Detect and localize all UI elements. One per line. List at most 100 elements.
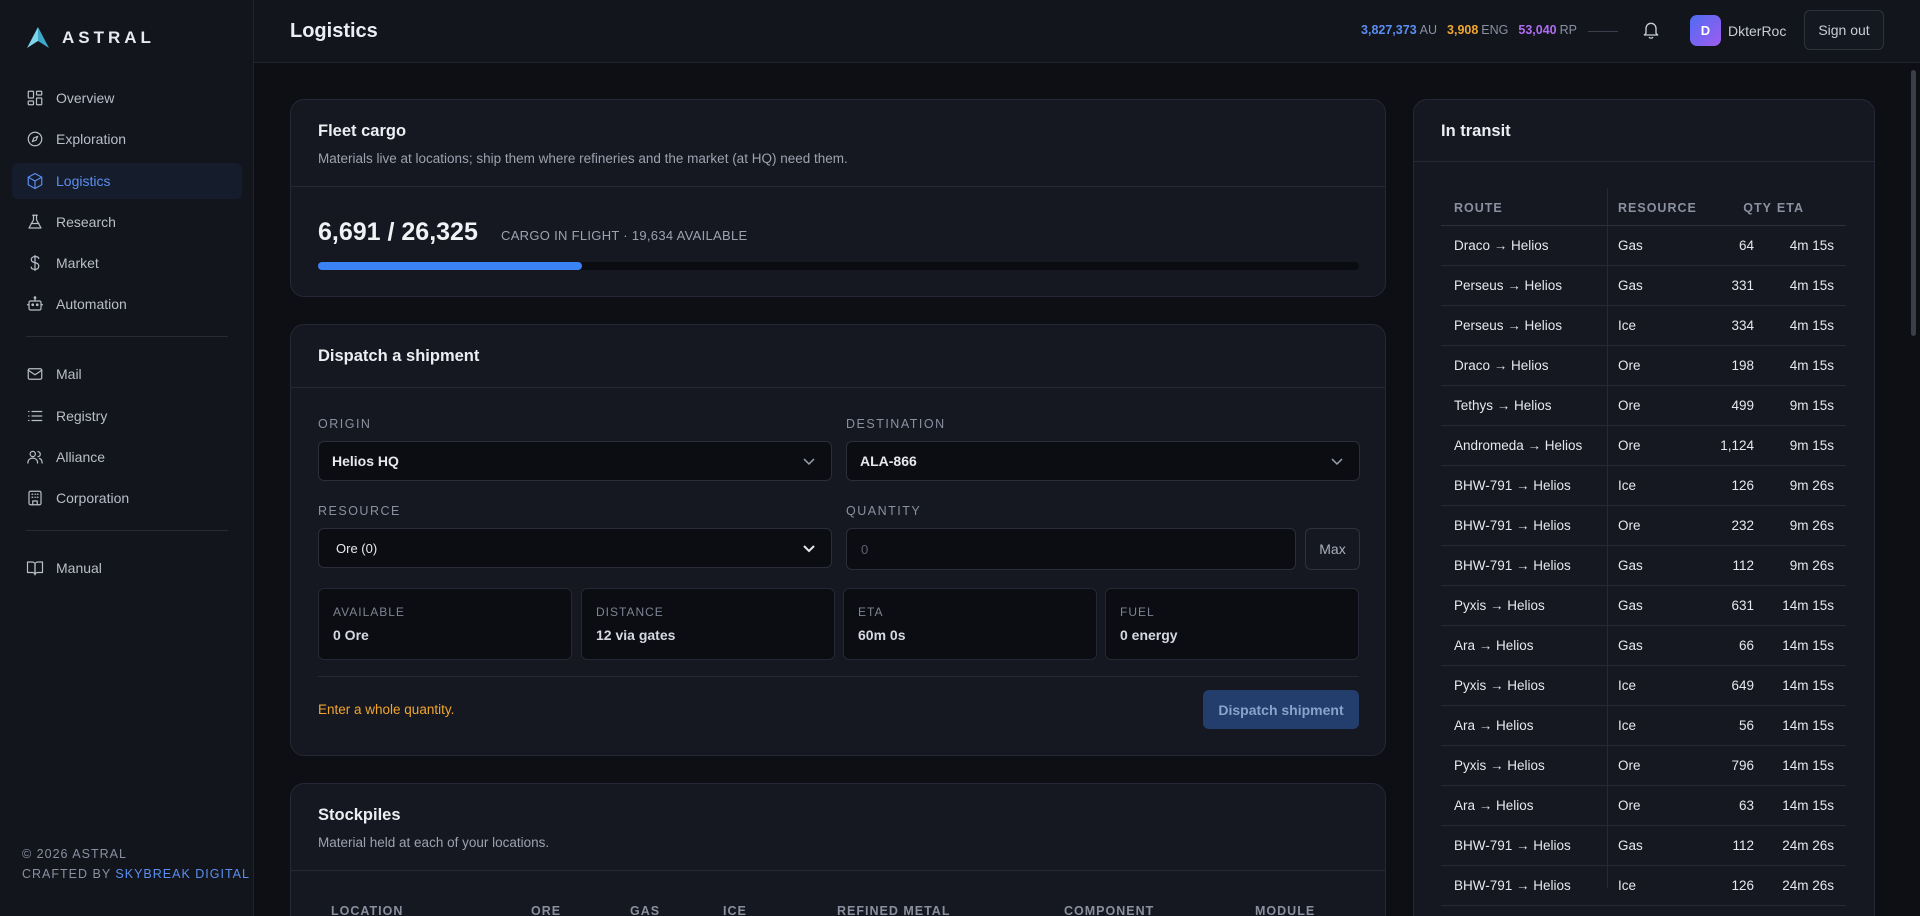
in-transit-card: In transit ROUTE RESOURCE QTY ETA Draco … bbox=[1413, 99, 1875, 916]
table-row: Perseus → Helios Ice 334 4m 15s bbox=[1441, 306, 1846, 346]
route-cell: Pyxis → Helios bbox=[1454, 758, 1545, 773]
max-button[interactable]: Max bbox=[1305, 528, 1360, 570]
resource-unit: RP bbox=[1559, 23, 1577, 37]
sidebar-item-label: Research bbox=[56, 213, 116, 230]
qty-cell: 112 bbox=[1732, 558, 1754, 573]
sidebar-item-research[interactable]: Research bbox=[12, 204, 242, 240]
sidebar-item-overview[interactable]: Overview bbox=[12, 80, 242, 116]
quantity-input[interactable]: 0 bbox=[846, 528, 1296, 570]
table-row: BHW-791 → Helios Gas 112 24m 26s bbox=[1441, 826, 1846, 866]
eta-cell: 24m 26s bbox=[1782, 838, 1834, 853]
resource-cell: Ore bbox=[1618, 438, 1641, 453]
sidebar-item-label: Registry bbox=[56, 407, 108, 424]
sidebar-item-label: Automation bbox=[56, 296, 127, 313]
resource-eng: 3,908 ENG bbox=[1447, 23, 1508, 37]
eta-cell: 14m 15s bbox=[1782, 718, 1834, 733]
stat-value: 0 Ore bbox=[333, 627, 369, 643]
resource-cell: Gas bbox=[1618, 838, 1643, 853]
resource-cell: Ice bbox=[1618, 678, 1637, 693]
card-divider bbox=[291, 387, 1385, 388]
card-divider bbox=[1414, 161, 1874, 162]
dispatch-shipment-button[interactable]: Dispatch shipment bbox=[1203, 690, 1359, 729]
eta-cell: 4m 15s bbox=[1789, 238, 1834, 253]
compass-icon bbox=[27, 131, 43, 147]
resource-label: RESOURCE bbox=[318, 504, 401, 518]
dollar-icon bbox=[30, 255, 40, 272]
card-divider bbox=[291, 186, 1385, 187]
stockpiles-card: Stockpiles Material held at each of your… bbox=[290, 783, 1386, 916]
sidebar-item-logistics[interactable]: Logistics bbox=[12, 162, 242, 199]
brand-name: ASTRAL bbox=[62, 28, 155, 47]
resource-unit: AU bbox=[1419, 23, 1438, 37]
route-cell: BHW-791 → Helios bbox=[1454, 518, 1571, 533]
chevron-down-icon bbox=[1331, 458, 1343, 466]
eta-cell: 9m 15s bbox=[1789, 398, 1834, 413]
column-header-resource[interactable]: RESOURCE bbox=[1618, 201, 1697, 215]
qty-cell: 649 bbox=[1731, 678, 1754, 693]
column-header-qty[interactable]: QTY bbox=[1743, 201, 1772, 215]
resource-value: Ore (0) bbox=[336, 540, 378, 556]
column-header: ICE bbox=[723, 904, 747, 916]
sidebar-item-manual[interactable]: Manual bbox=[12, 550, 242, 586]
book-icon bbox=[26, 561, 44, 576]
table-row: Draco → Helios Ore 198 4m 15s bbox=[1441, 346, 1846, 386]
destination-select[interactable]: ALA-866 bbox=[846, 441, 1360, 481]
qty-cell: 198 bbox=[1731, 358, 1754, 373]
astral-logo-icon bbox=[27, 27, 49, 48]
sidebar-item-exploration[interactable]: Exploration bbox=[12, 121, 242, 157]
column-header: COMPONENT bbox=[1064, 904, 1155, 916]
cargo-meta: CARGO IN FLIGHT · 19,634 AVAILABLE bbox=[501, 228, 748, 243]
box-icon bbox=[27, 172, 43, 189]
route-cell: BHW-791 → Helios bbox=[1454, 478, 1571, 493]
resource-cell: Ice bbox=[1618, 318, 1637, 333]
sidebar-item-label: Market bbox=[56, 255, 99, 272]
sidebar-item-mail[interactable]: Mail bbox=[12, 356, 242, 392]
resource-cell: Gas bbox=[1618, 238, 1643, 253]
table-row: BHW-791 → Helios Ice 126 9m 26s bbox=[1441, 466, 1846, 506]
sidebar-item-corporation[interactable]: Corporation bbox=[12, 480, 242, 516]
table-row: Draco → Helios Gas 64 4m 15s bbox=[1441, 226, 1846, 266]
sidebar-item-label: Manual bbox=[56, 560, 102, 577]
qty-cell: 66 bbox=[1738, 638, 1754, 653]
copyright: © 2026 ASTRAL bbox=[22, 847, 127, 861]
eta-cell: 24m 26s bbox=[1782, 878, 1834, 893]
eta-cell: 14m 15s bbox=[1782, 598, 1834, 613]
quantity-placeholder: 0 bbox=[861, 541, 869, 557]
sidebar-item-alliance[interactable]: Alliance bbox=[12, 439, 242, 475]
users-icon bbox=[27, 450, 43, 464]
username[interactable]: DkterRoc bbox=[1728, 23, 1786, 39]
sign-out-button[interactable]: Sign out bbox=[1804, 10, 1884, 50]
column-header-eta[interactable]: ETA bbox=[1777, 201, 1804, 215]
column-header: ORE bbox=[531, 904, 562, 916]
route-cell: Perseus → Helios bbox=[1454, 278, 1563, 293]
resource-select[interactable]: Ore (0) bbox=[318, 528, 832, 568]
bell-icon[interactable] bbox=[1641, 20, 1661, 40]
route-cell: BHW-791 → Helios bbox=[1454, 878, 1571, 893]
crafted-link[interactable]: SKYBREAK DIGITAL bbox=[115, 867, 250, 881]
header-divider bbox=[1588, 31, 1618, 32]
chevron-down-icon bbox=[803, 545, 815, 553]
qty-cell: 56 bbox=[1738, 718, 1754, 733]
route-cell: BHW-791 → Helios bbox=[1454, 838, 1571, 853]
card-title: Fleet cargo bbox=[318, 122, 407, 140]
page-title: Logistics bbox=[290, 20, 378, 42]
resource-cell: Gas bbox=[1618, 598, 1643, 613]
sidebar-item-market[interactable]: Market bbox=[12, 245, 242, 281]
avatar[interactable]: D bbox=[1690, 15, 1721, 46]
stat-value: 0 energy bbox=[1120, 627, 1178, 643]
destination-label: DESTINATION bbox=[846, 417, 946, 431]
qty-cell: 63 bbox=[1738, 798, 1754, 813]
route-cell: Draco → Helios bbox=[1454, 238, 1549, 253]
sidebar-item-registry[interactable]: Registry bbox=[12, 398, 242, 434]
column-header-route[interactable]: ROUTE bbox=[1454, 201, 1503, 215]
resource-cell: Gas bbox=[1618, 278, 1643, 293]
resource-value: 3,827,373 bbox=[1361, 23, 1417, 37]
sidebar-item-automation[interactable]: Automation bbox=[12, 286, 242, 322]
brand[interactable]: ASTRAL bbox=[26, 26, 155, 50]
resource-cell: Ice bbox=[1618, 478, 1637, 493]
table-row: Perseus → Helios Gas 331 4m 15s bbox=[1441, 266, 1846, 306]
page-scrollbar[interactable] bbox=[1911, 70, 1916, 336]
origin-select[interactable]: Helios HQ bbox=[318, 441, 832, 481]
sidebar-item-label: Corporation bbox=[56, 490, 130, 507]
grid-icon bbox=[27, 90, 43, 106]
